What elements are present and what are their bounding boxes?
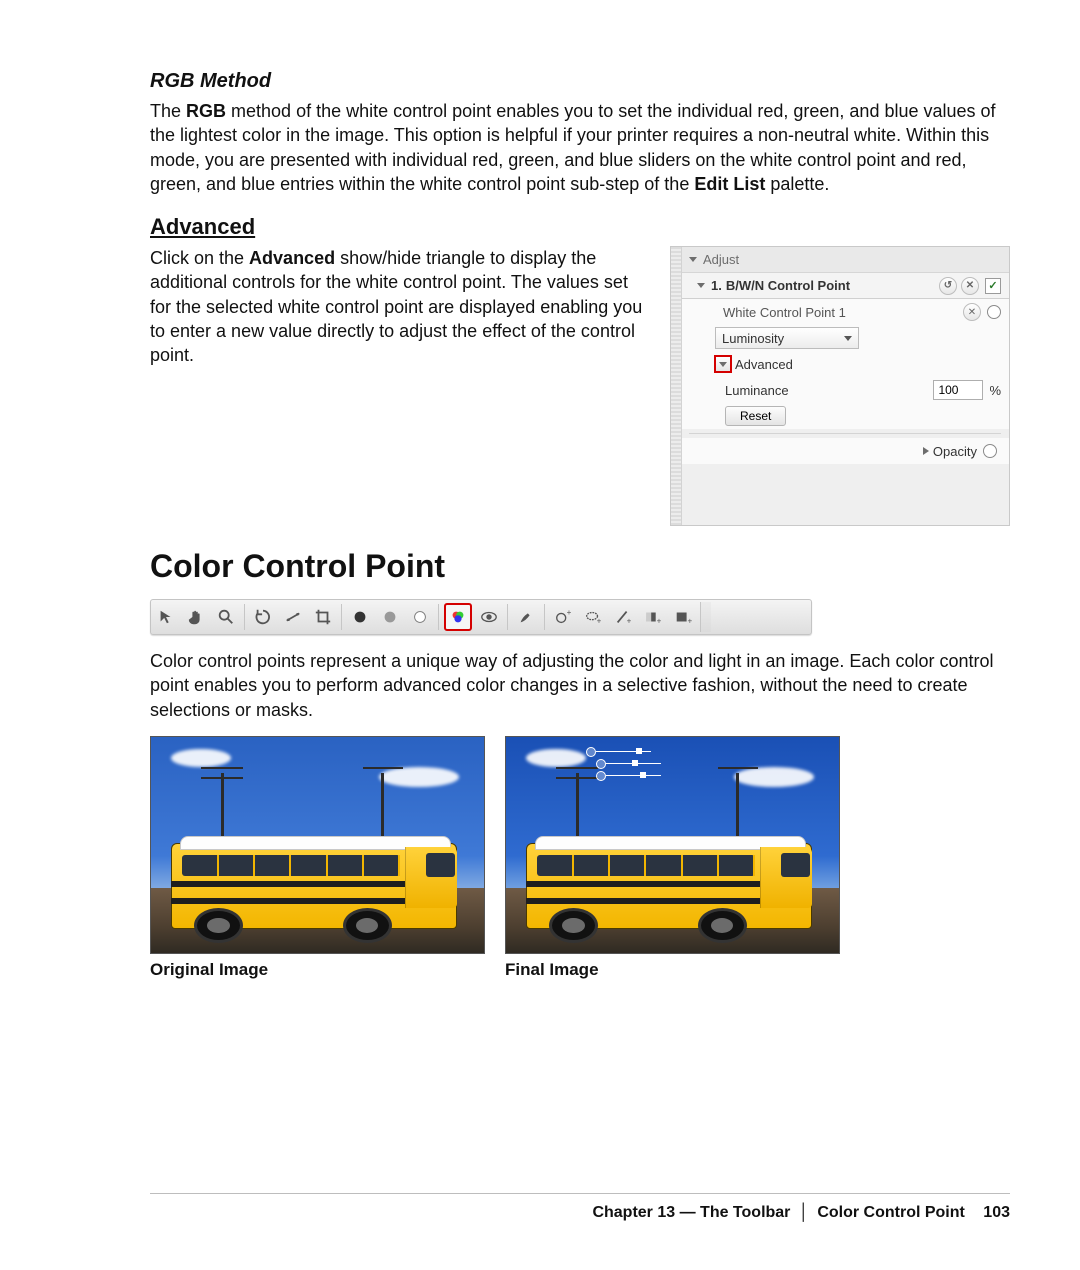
advanced-heading: Advanced [150,214,1010,240]
text-bold: RGB [186,101,226,121]
opacity-radio[interactable] [983,444,997,458]
example-images: Original Image [150,736,1010,980]
text-bold: Advanced [249,248,335,268]
footer-section: Color Control Point [817,1204,965,1221]
section-enable-checkbox[interactable]: ✓ [985,278,1001,294]
rotate-tool-icon[interactable] [250,604,276,630]
white-control-point-icon[interactable] [407,604,433,630]
arrow-tool-icon[interactable] [153,604,179,630]
hand-tool-icon[interactable] [183,604,209,630]
toolbar-separator [438,604,439,630]
text: palette. [765,174,829,194]
svg-text:+: + [597,616,602,625]
advanced-toggle-row: Advanced [681,351,1009,377]
opacity-row[interactable]: Opacity [681,438,1009,464]
toolbar-end-grip [700,602,711,632]
zoom-tool-icon[interactable] [213,604,239,630]
mode-select-row: Luminosity [681,325,1009,351]
delete-icon[interactable]: ✕ [961,277,979,295]
reset-row: Reset [681,403,1009,429]
original-image [150,736,485,954]
toolbar-separator [507,604,508,630]
svg-text:+: + [567,608,572,617]
rgb-method-heading: RGB Method [150,70,1010,93]
luminance-unit: % [989,383,1001,398]
panel-drag-grip[interactable] [671,247,682,525]
panel-section-bwn[interactable]: 1. B/W/N Control Point ↺ ✕ ✓ [681,273,1009,299]
lasso-plus-icon[interactable]: + [580,604,606,630]
line-plus-icon[interactable]: + [610,604,636,630]
mode-select-value: Luminosity [722,331,784,346]
redeye-tool-icon[interactable] [476,604,502,630]
panel-divider [689,433,1001,434]
delete-icon[interactable]: ✕ [963,303,981,321]
final-image-caption: Final Image [505,960,840,980]
panel-header-adjust[interactable]: Adjust [681,247,1009,273]
disclosure-triangle-icon [719,362,727,367]
footer-chapter: Chapter 13 — The Toolbar [592,1204,790,1221]
ccp-paragraph: Color control points represent a unique … [150,649,1010,722]
panel-subitem-white-cp[interactable]: White Control Point 1 ✕ [681,299,1009,325]
mode-select[interactable]: Luminosity [715,327,859,349]
panel-header-label: Adjust [703,252,739,267]
advanced-paragraph: Click on the Advanced show/hide triangle… [150,246,648,367]
dropdown-arrow-icon [844,336,852,341]
toolbar-separator [544,604,545,630]
section-number: 1. [711,278,722,293]
toolbar-separator [341,604,342,630]
crop-tool-icon[interactable] [310,604,336,630]
black-control-point-icon[interactable] [347,604,373,630]
original-image-caption: Original Image [150,960,485,980]
footer-page-number: 103 [983,1204,1010,1221]
toolbar: + + + + + [150,599,812,635]
revert-icon[interactable]: ↺ [939,277,957,295]
text-bold: Edit List [694,174,765,194]
edit-list-panel: Adjust 1. B/W/N Control Point ↺ ✕ ✓ Whit… [670,246,1010,526]
final-image [505,736,840,954]
disclosure-triangle-right-icon[interactable] [923,447,929,455]
svg-text:+: + [657,616,662,625]
neutral-control-point-icon[interactable] [377,604,403,630]
color-control-point-icon[interactable] [444,603,472,631]
section-name: B/W/N Control Point [726,278,850,293]
subitem-radio[interactable] [987,305,1001,319]
opacity-label: Opacity [933,444,977,459]
color-control-point-heading: Color Control Point [150,548,1010,585]
gradient-plus-icon[interactable]: + [640,604,666,630]
reset-button[interactable]: Reset [725,406,786,426]
text: Click on the [150,248,249,268]
svg-text:+: + [688,616,693,625]
disclosure-triangle-icon[interactable] [697,283,705,288]
luminance-input[interactable] [933,380,983,400]
subitem-label: White Control Point 1 [723,305,846,320]
rgb-method-paragraph: The RGB method of the white control poin… [150,99,1010,196]
fill-plus-icon[interactable]: + [670,604,696,630]
luminance-label: Luminance [725,383,789,398]
footer-separator: │ [799,1204,809,1221]
page-footer: Chapter 13 — The Toolbar │ Color Control… [150,1193,1010,1222]
disclosure-triangle-icon[interactable] [689,257,697,262]
luminance-row: Luminance % [681,377,1009,403]
text: The [150,101,186,121]
advanced-label: Advanced [735,357,793,372]
advanced-disclosure-button[interactable] [715,356,731,372]
toolbar-separator [244,604,245,630]
svg-text:+: + [627,616,632,625]
text: method of the white control point enable… [150,101,996,194]
brush-tool-icon[interactable] [513,604,539,630]
straighten-tool-icon[interactable] [280,604,306,630]
selection-brush-plus-icon[interactable]: + [550,604,576,630]
